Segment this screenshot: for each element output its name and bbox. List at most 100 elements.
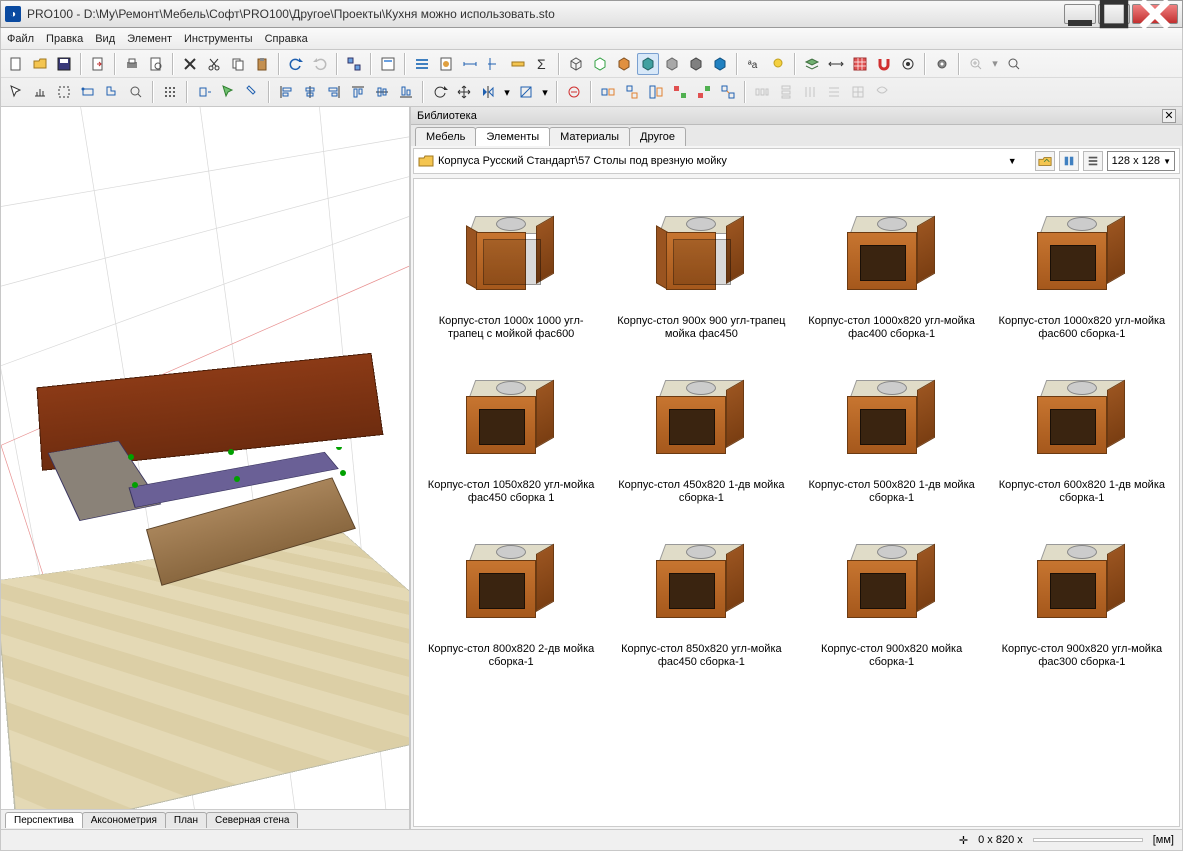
library-item[interactable]: Корпус-стол 850x820 угл-мойка фас450 сбо… <box>608 517 794 673</box>
flip-dd-icon[interactable]: ▾ <box>501 81 513 103</box>
thumbnail-size-combo[interactable]: 128 x 128 <box>1107 151 1175 171</box>
align-l-icon[interactable] <box>275 81 297 103</box>
align-m-icon[interactable] <box>371 81 393 103</box>
rotate-l-icon[interactable] <box>429 81 451 103</box>
library-item[interactable]: Корпус-стол 900x 900 угл-трапец мойка фа… <box>608 189 794 345</box>
view-tab-perspective[interactable]: Перспектива <box>5 812 83 828</box>
tool2-icon[interactable] <box>29 81 51 103</box>
copy-icon[interactable] <box>227 53 249 75</box>
dist5-icon[interactable] <box>847 81 869 103</box>
view-report-icon[interactable] <box>435 53 457 75</box>
library-close-icon[interactable]: ✕ <box>1162 109 1176 123</box>
maximize-button[interactable] <box>1098 4 1130 24</box>
tool5-icon[interactable] <box>101 81 123 103</box>
library-item[interactable]: Корпус-стол 900x820 угл-мойка фас300 сбо… <box>989 517 1175 673</box>
library-item[interactable]: Корпус-стол 450x820 1-дв мойка сборка-1 <box>608 353 794 509</box>
minimize-button[interactable] <box>1064 4 1096 24</box>
menu-tools[interactable]: Инструменты <box>184 33 253 45</box>
library-path[interactable]: Корпуса Русский Стандарт\57 Столы под вр… <box>438 155 1004 167</box>
tab-furniture[interactable]: Мебель <box>415 127 476 146</box>
path-dropdown-icon[interactable]: ▼ <box>1008 156 1017 166</box>
view-large-icon[interactable] <box>1059 151 1079 171</box>
label-icon[interactable]: ªa <box>743 53 765 75</box>
layout2-icon[interactable] <box>621 81 643 103</box>
view-list-icon[interactable] <box>411 53 433 75</box>
swap1-icon[interactable] <box>669 81 691 103</box>
library-item[interactable]: Корпус-стол 1000x 1000 угл-трапец с мойк… <box>418 189 604 345</box>
tab-materials[interactable]: Материалы <box>549 127 630 146</box>
print-preview-icon[interactable] <box>145 53 167 75</box>
group-red-icon[interactable] <box>563 81 585 103</box>
view-tab-north[interactable]: Северная стена <box>206 812 299 828</box>
wireframe-icon[interactable] <box>565 53 587 75</box>
menu-element[interactable]: Элемент <box>127 33 172 45</box>
select-icon[interactable] <box>5 81 27 103</box>
library-item[interactable]: Корпус-стол 500x820 1-дв мойка сборка-1 <box>799 353 985 509</box>
tab-elements[interactable]: Элементы <box>475 127 550 146</box>
dimension1-icon[interactable] <box>459 53 481 75</box>
swap2-icon[interactable] <box>693 81 715 103</box>
cut-icon[interactable] <box>203 53 225 75</box>
dist4-icon[interactable] <box>823 81 845 103</box>
mirror-h-icon[interactable] <box>477 81 499 103</box>
align-c-icon[interactable] <box>299 81 321 103</box>
textured-icon[interactable] <box>637 53 659 75</box>
layout3-icon[interactable] <box>645 81 667 103</box>
magnet-icon[interactable] <box>873 53 895 75</box>
library-item[interactable]: Корпус-стол 1000x820 угл-мойка фас600 сб… <box>989 189 1175 345</box>
tool6-icon[interactable] <box>125 81 147 103</box>
snap-grid-icon[interactable] <box>159 81 181 103</box>
layers-icon[interactable] <box>801 53 823 75</box>
layout1-icon[interactable] <box>597 81 619 103</box>
library-item[interactable]: Корпус-стол 600x820 1-дв мойка сборка-1 <box>989 353 1175 509</box>
render3-icon[interactable] <box>709 53 731 75</box>
move-l-icon[interactable] <box>193 81 215 103</box>
tool3-icon[interactable] <box>53 81 75 103</box>
light-icon[interactable] <box>767 53 789 75</box>
menu-edit[interactable]: Правка <box>46 33 83 45</box>
menu-view[interactable]: Вид <box>95 33 115 45</box>
close-button[interactable] <box>1132 4 1178 24</box>
3d-viewport[interactable] <box>1 107 409 809</box>
library-gallery[interactable]: Корпус-стол 1000x 1000 угл-трапец с мойк… <box>413 178 1180 827</box>
flat-shade-icon[interactable] <box>613 53 635 75</box>
settings-icon[interactable] <box>897 53 919 75</box>
move-shape-icon[interactable] <box>241 81 263 103</box>
dims-icon[interactable] <box>825 53 847 75</box>
up-folder-icon[interactable] <box>1035 151 1055 171</box>
measure-icon[interactable] <box>507 53 529 75</box>
ungroup-icon[interactable] <box>717 81 739 103</box>
dist3-icon[interactable] <box>799 81 821 103</box>
menu-help[interactable]: Справка <box>265 33 308 45</box>
menu-file[interactable]: Файл <box>7 33 34 45</box>
tab-other[interactable]: Другое <box>629 127 686 146</box>
undo-icon[interactable] <box>285 53 307 75</box>
view-tab-axon[interactable]: Аксонометрия <box>82 812 166 828</box>
dist1-icon[interactable] <box>751 81 773 103</box>
gear-icon[interactable] <box>931 53 953 75</box>
move-4way-icon[interactable] <box>453 81 475 103</box>
render1-icon[interactable] <box>661 53 683 75</box>
grid-icon[interactable] <box>849 53 871 75</box>
new-icon[interactable] <box>5 53 27 75</box>
flip-dd2-icon[interactable]: ▾ <box>539 81 551 103</box>
open-icon[interactable] <box>29 53 51 75</box>
dist6-icon[interactable] <box>871 81 893 103</box>
export-icon[interactable] <box>87 53 109 75</box>
view-list2-icon[interactable] <box>1083 151 1103 171</box>
delete-icon[interactable] <box>179 53 201 75</box>
sum-icon[interactable]: Σ <box>531 53 553 75</box>
view-tab-plan[interactable]: План <box>165 812 207 828</box>
align-t-icon[interactable] <box>347 81 369 103</box>
library-item[interactable]: Корпус-стол 1050x820 угл-мойка фас450 сб… <box>418 353 604 509</box>
redo-icon[interactable] <box>309 53 331 75</box>
dimension2-icon[interactable] <box>483 53 505 75</box>
save-icon[interactable] <box>53 53 75 75</box>
zoom-dd-icon[interactable]: ▾ <box>989 53 1001 75</box>
library-item[interactable]: Корпус-стол 1000x820 угл-мойка фас400 сб… <box>799 189 985 345</box>
move-cursor-icon[interactable] <box>217 81 239 103</box>
flip-v-icon[interactable] <box>515 81 537 103</box>
render2-icon[interactable] <box>685 53 707 75</box>
hidden-line-icon[interactable] <box>589 53 611 75</box>
dist2-icon[interactable] <box>775 81 797 103</box>
